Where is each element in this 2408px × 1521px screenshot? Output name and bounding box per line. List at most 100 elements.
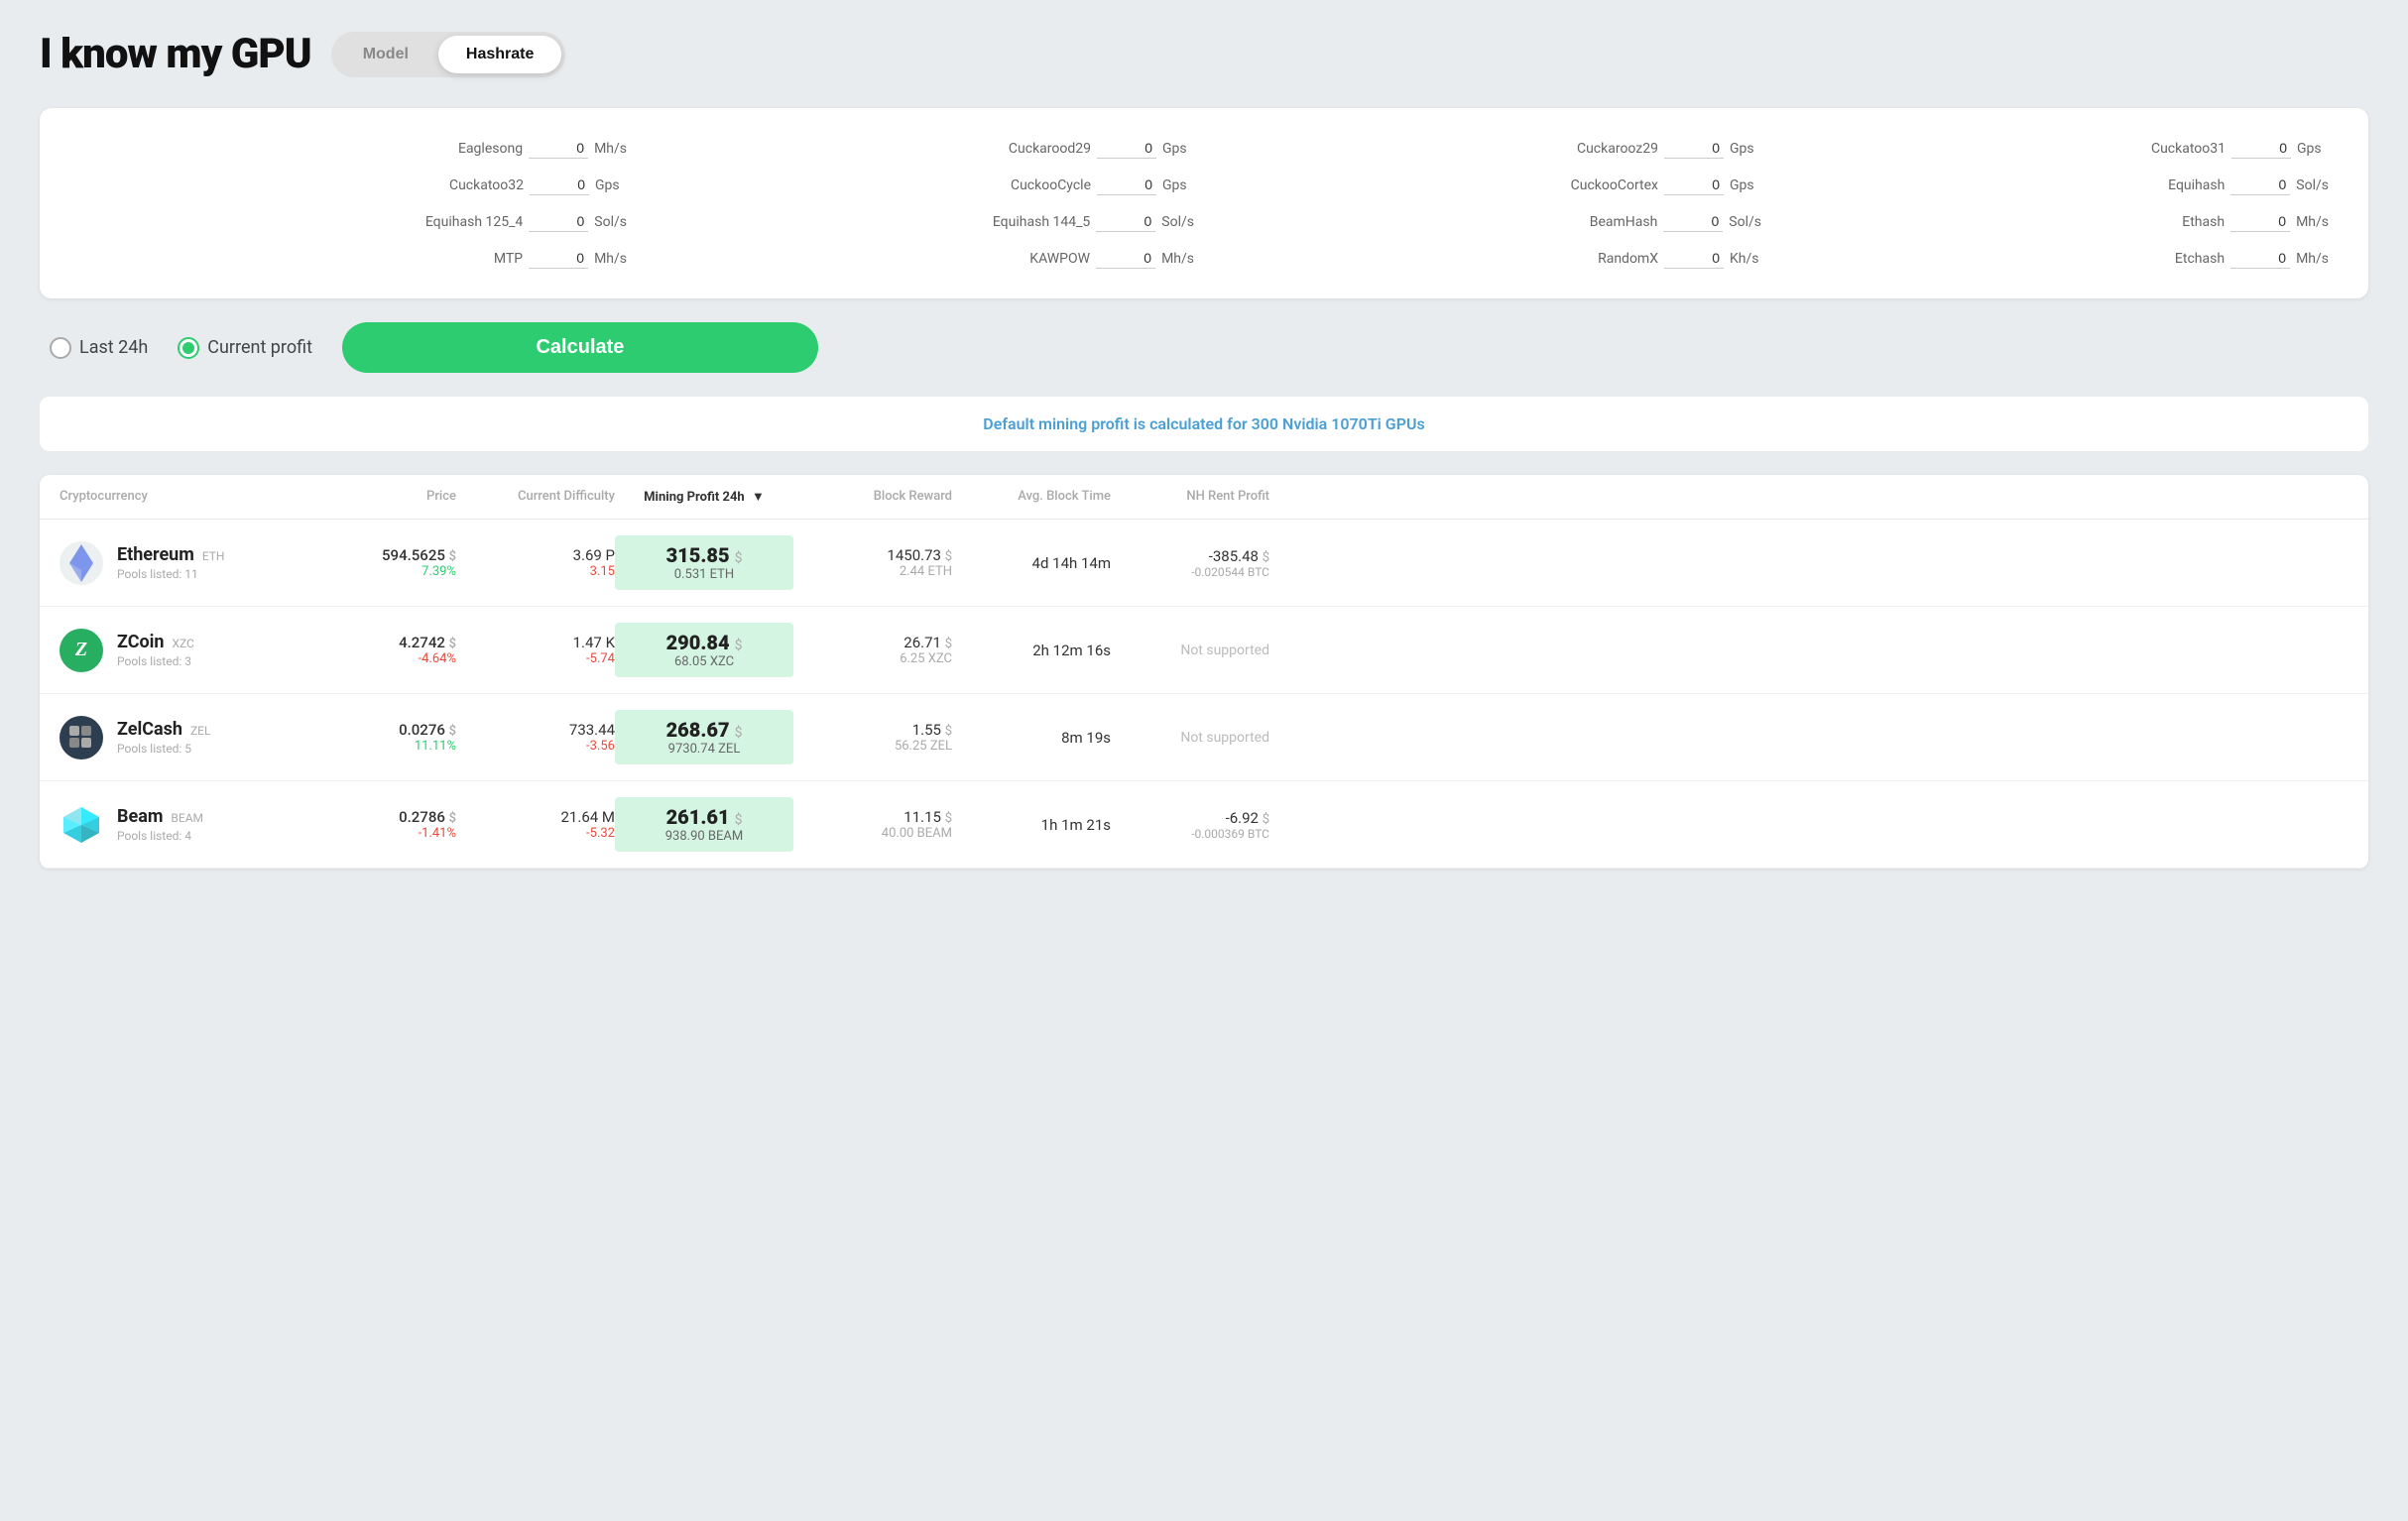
difficulty-cell: 733.44 -3.56 — [456, 721, 615, 754]
block-reward-sub: 6.25 XZC — [793, 651, 952, 666]
hashrate-input[interactable] — [2230, 175, 2290, 195]
hashrate-input[interactable] — [529, 138, 588, 159]
coin-pools: Pools listed: 11 — [117, 567, 224, 581]
hashrate-input[interactable] — [1096, 211, 1155, 232]
hashrate-label: Ethash — [2182, 214, 2225, 230]
block-reward-main: 1.55 $ — [793, 721, 952, 739]
hashrate-unit: Gps — [1162, 141, 1194, 157]
th-block-reward: Block Reward — [793, 489, 952, 505]
controls-row: Last 24h Current profit Calculate — [40, 322, 2368, 373]
hashrate-field: CuckooCycle Gps — [647, 175, 1194, 195]
radio-current-label[interactable]: Current profit — [178, 337, 312, 359]
coin-pools: Pools listed: 3 — [117, 654, 194, 668]
price-main: 0.2786 $ — [337, 808, 456, 826]
nh-cell: -6.92 $ -0.000369 BTC — [1111, 809, 1269, 841]
hashrate-field: KAWPOW Mh/s — [647, 248, 1194, 269]
coin-cell: Z ZCoin XZC Pools listed: 3 — [60, 629, 337, 672]
zel-icon — [60, 716, 103, 760]
price-change: -1.41% — [337, 826, 456, 841]
diff-change: -5.74 — [456, 651, 615, 666]
hashrate-label: Cuckarood29 — [1009, 141, 1091, 157]
info-banner: Default mining profit is calculated for … — [40, 397, 2368, 451]
avg-block-time: 8m 19s — [952, 729, 1111, 747]
profit-main: 290.84 $ — [625, 631, 783, 654]
model-toggle-btn[interactable]: Model — [335, 36, 436, 73]
hashrate-input[interactable] — [2230, 248, 2290, 269]
block-reward-main: 11.15 $ — [793, 808, 952, 826]
profit-cell: 315.85 $ 0.531 ETH — [615, 535, 793, 590]
radio-current-text: Current profit — [207, 337, 312, 358]
hashrate-input[interactable] — [1664, 248, 1724, 269]
mining-table: Cryptocurrency Price Current Difficulty … — [40, 475, 2368, 869]
table-row: Z ZCoin XZC Pools listed: 3 4.2742 $ -4.… — [40, 607, 2368, 694]
hashrate-input[interactable] — [1096, 248, 1155, 269]
hashrate-unit: Mh/s — [2296, 214, 2329, 230]
hashrate-input[interactable] — [1097, 138, 1156, 159]
hashrate-input[interactable] — [529, 211, 588, 232]
hashrate-toggle-btn[interactable]: Hashrate — [438, 36, 561, 73]
th-profit-text: Mining Profit 24h — [644, 490, 745, 505]
block-reward-main: 26.71 $ — [793, 634, 952, 651]
profit-main: 268.67 $ — [625, 718, 783, 742]
coin-ticker: ETH — [202, 549, 225, 563]
diff-main: 1.47 K — [456, 634, 615, 651]
hashrate-input[interactable] — [2231, 138, 2291, 159]
coin-info: ZelCash ZEL Pools listed: 5 — [117, 719, 210, 756]
profit-main: 315.85 $ — [625, 543, 783, 567]
hashrate-label: KAWPOW — [1029, 251, 1090, 267]
coin-name-row: ZCoin XZC — [117, 632, 194, 652]
hashrate-unit: Gps — [1730, 177, 1761, 193]
coin-name-row: Ethereum ETH — [117, 544, 224, 565]
hashrate-unit: Sol/s — [594, 214, 627, 230]
profit-sub: 68.05 XZC — [625, 654, 783, 669]
sort-arrow-icon: ▼ — [752, 489, 765, 505]
hashrate-input[interactable] — [1664, 138, 1724, 159]
table-row: Beam BEAM Pools listed: 4 0.2786 $ -1.41… — [40, 781, 2368, 869]
coin-pools: Pools listed: 5 — [117, 742, 210, 756]
avg-block-time: 4d 14h 14m — [952, 554, 1111, 572]
radio-last24h-label[interactable]: Last 24h — [50, 337, 148, 359]
hashrate-unit: Gps — [595, 177, 627, 193]
hashrate-input[interactable] — [1663, 211, 1723, 232]
coin-info: Ethereum ETH Pools listed: 11 — [117, 544, 224, 581]
hashrate-unit: Gps — [1162, 177, 1194, 193]
price-usd: $ — [449, 811, 456, 826]
beam-icon — [60, 803, 103, 847]
radio-current-inner — [182, 342, 194, 354]
hashrate-label: Cuckarooz29 — [1577, 141, 1658, 157]
hashrate-input[interactable] — [529, 248, 588, 269]
profit-sub: 938.90 BEAM — [625, 829, 783, 844]
coin-name: ZCoin — [117, 632, 165, 652]
hashrate-label: CuckooCycle — [1011, 177, 1091, 193]
calculate-button[interactable]: Calculate — [342, 322, 818, 373]
hashrate-input[interactable] — [530, 175, 589, 195]
difficulty-cell: 3.69 P 3.15 — [456, 546, 615, 579]
price-cell: 0.0276 $ 11.11% — [337, 721, 456, 754]
coin-name: Ethereum — [117, 544, 194, 565]
block-reward-sub: 56.25 ZEL — [793, 739, 952, 754]
th-cryptocurrency: Cryptocurrency — [60, 489, 337, 505]
nh-sub: -0.000369 BTC — [1111, 827, 1269, 841]
hashrate-input[interactable] — [2230, 211, 2290, 232]
hashrate-label: Equihash 144_5 — [993, 214, 1090, 230]
hashrate-label: Eaglesong — [458, 141, 523, 157]
hashrate-label: MTP — [494, 251, 523, 267]
diff-change: 3.15 — [456, 564, 615, 579]
nh-not-supported: Not supported — [1111, 730, 1269, 746]
coin-pools: Pools listed: 4 — [117, 829, 203, 843]
avg-block-time: 2h 12m 16s — [952, 642, 1111, 659]
hashrate-unit: Kh/s — [1730, 251, 1761, 267]
price-usd: $ — [449, 549, 456, 564]
diff-main: 21.64 M — [456, 808, 615, 826]
coin-info: Beam BEAM Pools listed: 4 — [117, 806, 203, 843]
hashrate-field: Equihash 144_5 Sol/s — [647, 211, 1194, 232]
hashrate-field: Cuckatoo32 Gps — [79, 175, 627, 195]
info-banner-text: Default mining profit is calculated for … — [983, 414, 1424, 433]
hashrate-unit: Mh/s — [2296, 251, 2329, 267]
price-cell: 0.2786 $ -1.41% — [337, 808, 456, 841]
hashrate-unit: Gps — [2297, 141, 2329, 157]
hashrate-input[interactable] — [1664, 175, 1724, 195]
price-main: 4.2742 $ — [337, 634, 456, 651]
hashrate-input[interactable] — [1097, 175, 1156, 195]
difficulty-cell: 21.64 M -5.32 — [456, 808, 615, 841]
